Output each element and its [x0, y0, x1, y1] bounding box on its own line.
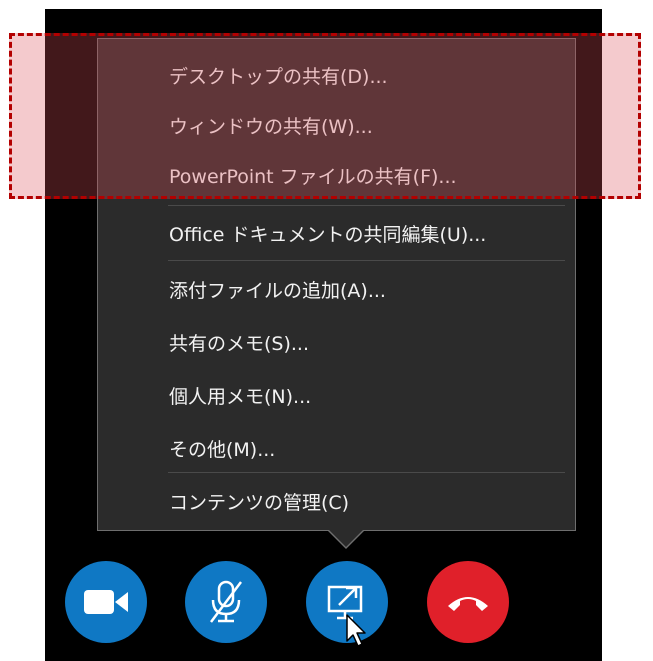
menu-item-manage-content[interactable]: コンテンツの管理(C) — [98, 479, 575, 523]
mute-button[interactable] — [185, 561, 267, 643]
menu-item-shared-notes[interactable]: 共有のメモ(S)... — [98, 320, 575, 364]
menu-separator — [168, 205, 565, 206]
menu-item-other[interactable]: その他(M)... — [98, 426, 575, 470]
hang-up-button[interactable] — [427, 561, 509, 643]
mouse-pointer-icon — [346, 614, 366, 647]
menu-item-label: 添付ファイルの追加(A)... — [169, 279, 386, 302]
menu-item-label: Office ドキュメントの共同編集(U)... — [169, 223, 487, 246]
share-menu: デスクトップの共有(D)... ウィンドウの共有(W)... PowerPoin… — [97, 38, 576, 531]
menu-item-add-attachment[interactable]: 添付ファイルの追加(A)... — [98, 267, 575, 311]
menu-item-label: その他(M)... — [169, 438, 276, 461]
hang-up-phone-icon — [448, 597, 488, 611]
menu-item-label: デスクトップの共有(D)... — [169, 65, 388, 88]
menu-separator — [168, 260, 565, 261]
video-button[interactable] — [65, 561, 147, 643]
menu-item-label: 共有のメモ(S)... — [169, 332, 310, 355]
menu-item-share-window[interactable]: ウィンドウの共有(W)... — [98, 103, 575, 147]
menu-item-coauthor-office-document[interactable]: Office ドキュメントの共同編集(U)... — [98, 211, 575, 255]
menu-item-personal-notes[interactable]: 個人用メモ(N)... — [98, 373, 575, 417]
menu-item-share-powerpoint[interactable]: PowerPoint ファイルの共有(F)... — [98, 153, 575, 197]
menu-item-label: コンテンツの管理(C) — [169, 491, 350, 514]
menu-item-label: 個人用メモ(N)... — [169, 385, 312, 408]
microphone-muted-icon — [210, 580, 242, 623]
video-camera-icon — [84, 590, 128, 614]
menu-item-label: PowerPoint ファイルの共有(F)... — [169, 165, 457, 188]
menu-item-label: ウィンドウの共有(W)... — [169, 115, 373, 138]
menu-item-share-desktop[interactable]: デスクトップの共有(D)... — [98, 53, 575, 97]
menu-separator — [168, 472, 565, 473]
menu-pointer — [329, 530, 363, 547]
